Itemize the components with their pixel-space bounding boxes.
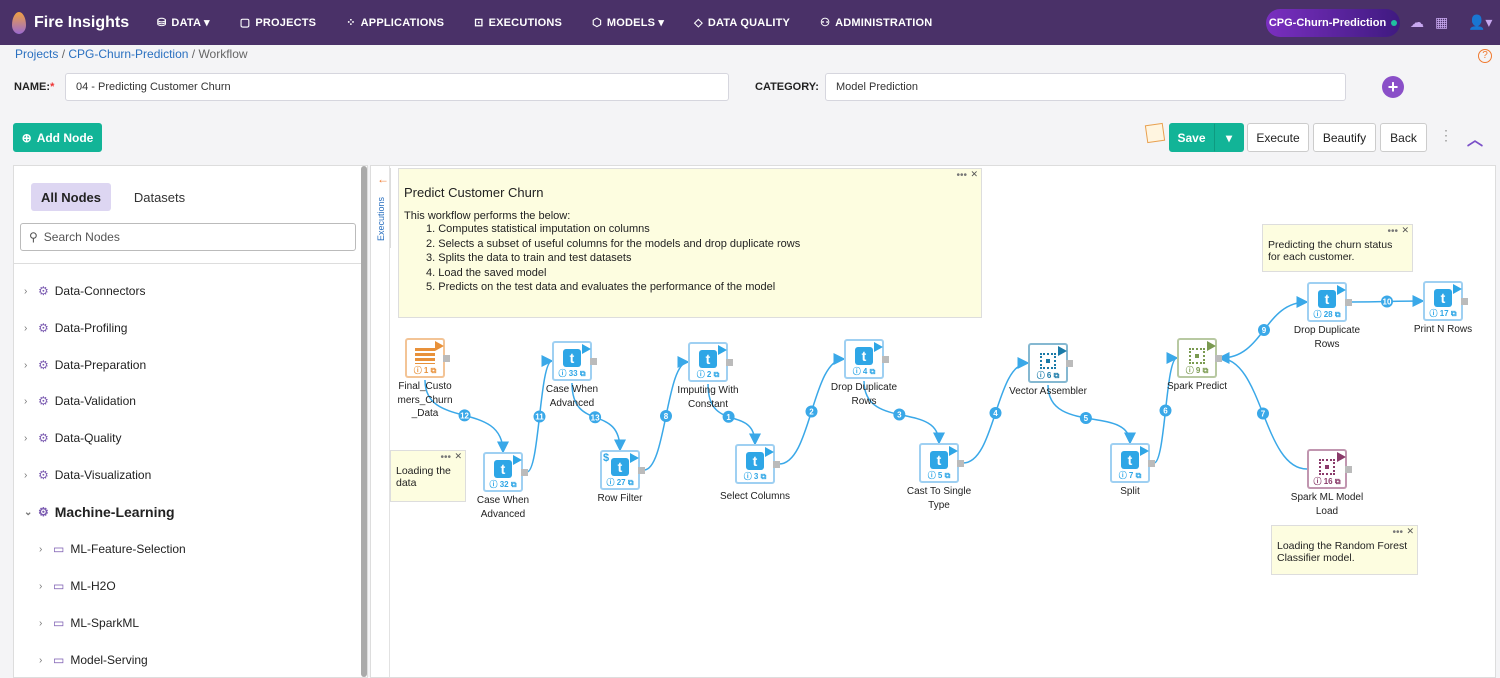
note-title: Predict Customer Churn — [404, 185, 544, 200]
output-port[interactable] — [882, 356, 889, 363]
node-label: Vector Assembler — [1009, 386, 1087, 397]
close-icon[interactable]: ✕ — [970, 169, 978, 180]
workflow-node[interactable]: t ⓘ 4 ⧉ — [844, 339, 889, 379]
note-step: 5. Predicts on the test data and evaluat… — [426, 281, 776, 293]
play-icon[interactable] — [1337, 285, 1346, 295]
workflow-node[interactable]: t $ ⓘ 27 ⧉ — [600, 450, 645, 490]
output-port[interactable] — [521, 469, 528, 476]
transform-icon: t — [494, 460, 512, 478]
workflow-node[interactable]: t ⓘ 32 ⧉ — [483, 452, 528, 492]
node-label: Imputing With Constant — [677, 385, 739, 410]
transform-icon: t — [699, 350, 717, 368]
workflow-node[interactable]: ⓘ 6 ⧉ — [1028, 343, 1073, 383]
workflow-node[interactable]: t ⓘ 17 ⧉ — [1423, 281, 1468, 321]
edge-label: 3 — [897, 411, 902, 420]
node-label: Split — [1120, 486, 1140, 497]
edge-label: 5 — [1084, 414, 1089, 423]
edge-label: 11 — [535, 413, 544, 422]
dollar-icon: $ — [603, 452, 610, 464]
transform-icon: t — [611, 458, 629, 476]
output-port[interactable] — [773, 461, 780, 468]
transform-icon: t — [1434, 289, 1452, 307]
qr-model-icon — [1319, 459, 1335, 475]
transform-icon: t — [563, 349, 581, 367]
note-step: 2. Selects a subset of useful columns fo… — [426, 237, 801, 250]
output-port[interactable] — [726, 359, 733, 366]
edge-label: 8 — [664, 412, 669, 421]
workflow-node[interactable]: t ⓘ 5 ⧉ — [919, 443, 964, 483]
output-port[interactable] — [590, 358, 597, 365]
workflow-node[interactable]: t ⓘ 7 ⧉ — [1110, 443, 1155, 483]
edge-label: 13 — [591, 413, 600, 422]
node-label: Print N Rows — [1413, 324, 1473, 335]
note-loading[interactable]: ••• ✕ Loading the data — [390, 450, 466, 502]
output-port[interactable] — [1148, 460, 1155, 467]
note-loading-model[interactable]: ••• ✕ Loading the Random Forest Classifier… — [1271, 525, 1418, 575]
node-label: Drop Duplicate Rows — [1293, 325, 1361, 350]
play-icon[interactable] — [513, 455, 522, 465]
output-port[interactable] — [1345, 466, 1352, 473]
node-label: Spark Predict — [1166, 381, 1228, 392]
workflow-node[interactable]: t ⓘ 2 ⧉ — [688, 342, 733, 382]
play-icon[interactable] — [1058, 346, 1067, 356]
play-icon[interactable] — [1207, 341, 1216, 351]
node-label: Final_Custo mers_Churn _Data — [397, 381, 453, 419]
node-label: Case When Advanced — [545, 384, 599, 409]
edge-label: 7 — [1261, 409, 1266, 418]
play-icon[interactable] — [874, 342, 883, 352]
play-icon[interactable] — [1140, 446, 1149, 456]
node-label: Drop Duplicate Rows — [830, 382, 898, 407]
note-predicting[interactable]: ••• ✕ Predicting the churn status for each… — [1262, 224, 1413, 272]
transform-icon: t — [855, 347, 873, 365]
output-port[interactable] — [1345, 299, 1352, 306]
note-main[interactable]: ••• ✕ Predict Customer Churn This workflo… — [398, 168, 982, 318]
note-menu-icon[interactable]: ••• — [956, 170, 967, 181]
edge-label: 9 — [1262, 326, 1267, 335]
edge-label: 4 — [993, 409, 998, 418]
workflow-node[interactable]: t ⓘ 33 ⧉ — [552, 341, 597, 381]
output-port[interactable] — [443, 355, 450, 362]
play-icon[interactable] — [1337, 452, 1346, 462]
output-port[interactable] — [1066, 360, 1073, 367]
edge-label: 2 — [809, 408, 814, 417]
play-icon[interactable] — [630, 453, 639, 463]
qr-model-icon — [1040, 353, 1056, 369]
output-port[interactable] — [1461, 298, 1468, 305]
table-icon — [415, 348, 435, 364]
workflow-node[interactable]: t ⓘ 28 ⧉ — [1307, 282, 1352, 322]
transform-icon: t — [930, 451, 948, 469]
transform-icon: t — [1121, 451, 1139, 469]
play-icon[interactable] — [1453, 284, 1462, 294]
workflow-node[interactable]: ⓘ 9 ⧉ — [1177, 338, 1222, 378]
note-step: 4. Load the saved model — [426, 266, 547, 279]
play-icon[interactable] — [435, 341, 444, 351]
note-step: 1. Computes statistical imputation on co… — [426, 223, 650, 235]
output-port[interactable] — [957, 460, 964, 467]
edge-label: 10 — [1383, 298, 1392, 307]
transform-icon: t — [746, 452, 764, 470]
output-port[interactable] — [1215, 355, 1222, 362]
node-label: Select Columns — [719, 491, 791, 502]
edge-layer: 12 11 13 8 12 3 456 7910 — [424, 295, 1425, 473]
workflow-node[interactable]: t ⓘ 3 ⧉ — [735, 444, 780, 484]
node-label: Cast To Single Type — [906, 486, 972, 511]
note-step: 3. Splits the data to train and test dat… — [426, 252, 632, 264]
workflow-node[interactable]: ⓘ 1 ⧉ — [405, 338, 450, 378]
workflow-node[interactable]: ⓘ 16 ⧉ — [1307, 449, 1352, 489]
node-label: Case When Advanced — [476, 495, 530, 520]
output-port[interactable] — [638, 467, 645, 474]
play-icon[interactable] — [582, 344, 591, 354]
qr-model-icon — [1189, 348, 1205, 364]
node-label: Row Filter — [597, 493, 643, 504]
note-intro: This workflow performs the below: — [404, 210, 571, 222]
edge-label: 1 — [726, 413, 731, 422]
edge-label: 6 — [1163, 406, 1168, 415]
node-label: Spark ML Model Load — [1290, 492, 1364, 517]
play-icon[interactable] — [718, 345, 727, 355]
play-icon[interactable] — [765, 447, 774, 457]
play-icon[interactable] — [949, 446, 958, 456]
transform-icon: t — [1318, 290, 1336, 308]
